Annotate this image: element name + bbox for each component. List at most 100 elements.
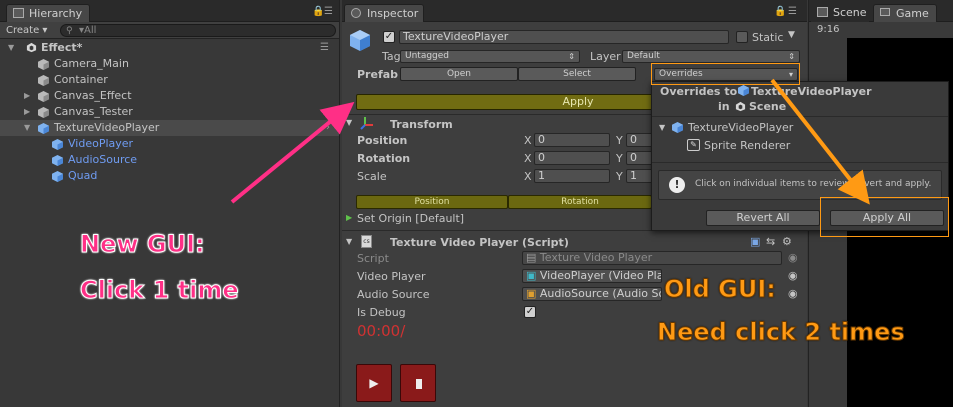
grid-icon bbox=[817, 7, 828, 17]
popup-tree-child[interactable]: Sprite Renderer bbox=[704, 139, 790, 152]
prefab-open-button[interactable]: Open bbox=[400, 67, 518, 81]
object-picker-icon[interactable]: ◉ bbox=[788, 287, 798, 300]
panel-menu-icon[interactable]: ☰ bbox=[788, 6, 797, 17]
hierarchy-item[interactable]: ▶ Canvas_Tester bbox=[0, 104, 339, 120]
prefab-select-button[interactable]: Select bbox=[518, 67, 636, 81]
scene-row[interactable]: ▼ Effect* ☰ bbox=[0, 40, 339, 56]
rotation-x-field[interactable]: 0 bbox=[534, 151, 610, 165]
set-origin-label[interactable]: Set Origin [Default] bbox=[357, 212, 464, 225]
video-player-field[interactable]: ▣ VideoPlayer (Video Playe bbox=[522, 269, 662, 283]
tab-hierarchy[interactable]: Hierarchy bbox=[6, 4, 90, 22]
static-label: Static bbox=[752, 31, 784, 44]
hierarchy-item[interactable]: Camera_Main bbox=[0, 56, 339, 72]
lock-icon[interactable]: 🔒 bbox=[312, 6, 324, 17]
layer-value: Default bbox=[627, 51, 660, 61]
stop-button[interactable] bbox=[400, 364, 436, 402]
object-name-input[interactable]: TextureVideoPlayer bbox=[399, 30, 729, 44]
reset-position-button[interactable]: Position bbox=[356, 195, 508, 209]
hierarchy-item-label: Quad bbox=[68, 169, 98, 182]
help-book-icon[interactable]: ▣ bbox=[750, 235, 760, 248]
hierarchy-search-input[interactable]: ⚲ ▾All bbox=[60, 24, 336, 37]
divider bbox=[652, 116, 948, 117]
hierarchy-item-selected[interactable]: ▼ TextureVideoPlayer › bbox=[0, 120, 339, 136]
prefab-cube-icon bbox=[672, 122, 683, 133]
script-component-title: Texture Video Player (Script) bbox=[390, 236, 569, 249]
object-picker-icon[interactable]: ◉ bbox=[788, 269, 798, 282]
game-toolbar: 9:16 bbox=[809, 22, 953, 38]
sprite-renderer-icon: ✎ bbox=[687, 139, 700, 151]
reset-rotation-button[interactable]: Rotation bbox=[508, 195, 652, 209]
hierarchy-item[interactable]: Container bbox=[0, 72, 339, 88]
chevron-right-icon[interactable]: › bbox=[326, 120, 330, 136]
search-filter-text: ▾All bbox=[79, 25, 97, 36]
tag-dropdown[interactable]: Untagged ⇕ bbox=[400, 50, 580, 63]
create-dropdown[interactable]: Create ▾ bbox=[6, 24, 56, 37]
fold-open-icon[interactable]: ▼ bbox=[8, 40, 14, 56]
static-checkbox[interactable] bbox=[736, 31, 748, 43]
position-x-field[interactable]: 0 bbox=[534, 133, 610, 147]
tab-scene[interactable]: Scene bbox=[811, 4, 869, 22]
play-arrow-icon: ▶ bbox=[346, 213, 353, 222]
transform-axes-icon bbox=[360, 117, 373, 130]
search-icon: ⚲ bbox=[66, 26, 73, 36]
active-checkbox[interactable]: ✓ bbox=[383, 31, 395, 43]
dropdown-arrow-icon: ⇕ bbox=[788, 52, 795, 61]
audio-source-field[interactable]: ▣ AudioSource (Audio So bbox=[522, 287, 662, 301]
rotation-y-label: Y bbox=[616, 152, 623, 165]
aspect-dropdown[interactable]: 9:16 bbox=[817, 24, 839, 35]
fold-closed-icon[interactable]: ▶ bbox=[24, 88, 30, 104]
hierarchy-item[interactable]: ▶ Canvas_Effect bbox=[0, 88, 339, 104]
video-player-component-icon: ▣ bbox=[526, 269, 540, 282]
info-icon: ! bbox=[669, 177, 685, 193]
tab-game[interactable]: Game bbox=[873, 4, 937, 22]
foldout-open-icon[interactable]: ▼ bbox=[659, 123, 665, 132]
tag-label: Tag bbox=[382, 50, 401, 63]
apply-all-highlight-box bbox=[820, 197, 949, 237]
panel-menu-icon[interactable]: ☰ bbox=[324, 6, 333, 17]
popup-tree-root[interactable]: TextureVideoPlayer bbox=[688, 121, 793, 134]
inspector-tabbar: Inspector 🔒 ☰ bbox=[342, 0, 807, 22]
prefab-cube-icon bbox=[52, 171, 63, 182]
tab-inspector[interactable]: Inspector bbox=[344, 4, 424, 22]
audio-source-label: Audio Source bbox=[357, 288, 430, 301]
object-picker-icon: ◉ bbox=[788, 251, 798, 264]
fold-open-icon[interactable]: ▼ bbox=[24, 120, 30, 136]
is-debug-checkbox[interactable]: ✓ bbox=[524, 306, 536, 318]
script-asset-icon: ▤ bbox=[526, 251, 540, 264]
prefab-cube-icon bbox=[738, 85, 749, 96]
hierarchy-item-label: Container bbox=[54, 73, 108, 86]
gameobject-cube-icon bbox=[38, 107, 49, 118]
scene-name: Effect* bbox=[41, 41, 83, 54]
video-player-value: VideoPlayer (Video Playe bbox=[539, 269, 661, 282]
tag-value: Untagged bbox=[405, 51, 450, 61]
foldout-open-icon[interactable]: ▼ bbox=[346, 118, 352, 127]
prefab-large-icon bbox=[350, 30, 370, 51]
gameobject-cube-icon bbox=[38, 75, 49, 86]
play-button[interactable]: ▶ bbox=[356, 364, 392, 402]
new-gui-caption: Click 1 time bbox=[80, 276, 240, 305]
fold-closed-icon[interactable]: ▶ bbox=[24, 104, 30, 120]
tab-inspector-label: Inspector bbox=[367, 7, 419, 20]
layer-dropdown[interactable]: Default ⇕ bbox=[622, 50, 800, 63]
hierarchy-item[interactable]: Quad bbox=[0, 168, 339, 184]
prefab-label: Prefab bbox=[357, 68, 399, 81]
revert-all-button[interactable]: Revert All bbox=[706, 210, 820, 226]
lock-icon[interactable]: 🔒 bbox=[774, 6, 786, 17]
position-x-label: X bbox=[524, 134, 532, 147]
script-file-icon: cs bbox=[361, 235, 372, 248]
prefab-cube-icon bbox=[52, 155, 63, 166]
scene-menu-icon[interactable]: ☰ bbox=[320, 40, 329, 56]
old-gui-caption: Need click 2 times bbox=[657, 318, 906, 347]
hierarchy-item[interactable]: AudioSource bbox=[0, 152, 339, 168]
preset-icon[interactable]: ⇆ bbox=[766, 235, 775, 248]
overrides-highlight-box bbox=[651, 63, 800, 85]
scale-x-field[interactable]: 1 bbox=[534, 169, 610, 183]
popup-title-prefix: Overrides to bbox=[660, 85, 738, 98]
hierarchy-item[interactable]: VideoPlayer bbox=[0, 136, 339, 152]
foldout-open-icon[interactable]: ▼ bbox=[346, 237, 352, 246]
static-dropdown-icon[interactable]: ▼ bbox=[788, 30, 795, 40]
hierarchy-panel: Hierarchy 🔒 ☰ Create ▾ ⚲ ▾All ▼ Effect* … bbox=[0, 0, 340, 407]
gear-icon[interactable]: ⚙ bbox=[782, 235, 792, 248]
position-y-label: Y bbox=[616, 134, 623, 147]
divider bbox=[652, 162, 948, 163]
